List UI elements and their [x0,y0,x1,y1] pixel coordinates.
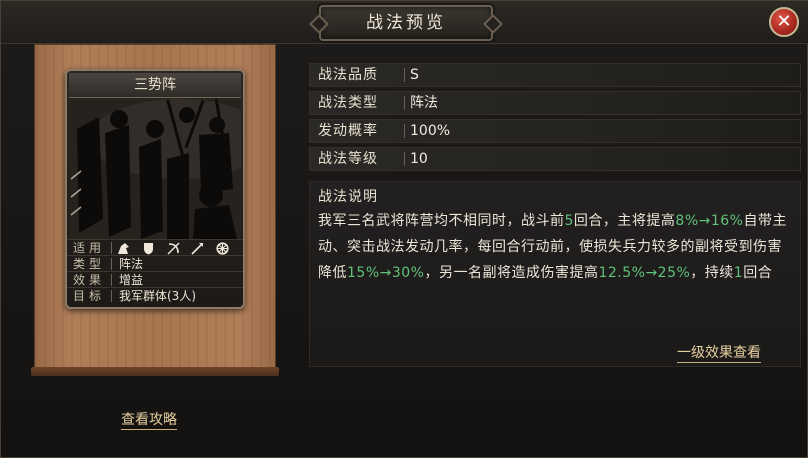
row-divider [404,68,405,82]
siege-icon [216,242,229,255]
close-button[interactable]: ✕ [769,7,799,37]
row-divider [111,290,112,302]
desc-highlight: 15%→30% [347,265,425,281]
spear-icon [191,243,204,255]
card-row-applicable: 适用 [67,239,243,256]
description-title: 战法说明 [318,189,378,205]
skill-type-label: 战法类型 [318,95,378,111]
troop-type-icons [117,240,237,256]
skill-card-artwork [69,99,241,239]
window-title: 战法预览 [319,5,493,41]
description-panel: 战法说明 我军三名武将阵营均不相同时，战斗前5回合，主将提高8%→16%自带主动… [309,181,801,367]
target-value: 我军群体(3人) [119,289,196,303]
desc-part: 回合，主将提高 [573,213,676,229]
card-row-type: 类型 阵法 [67,255,243,272]
target-label: 目标 [73,289,106,303]
desc-part: 我军三名武将阵营均不相同时，战斗前 [318,213,565,229]
desc-highlight: 1 [733,265,744,281]
probability-value: 100% [410,123,451,139]
info-row-type: 战法类型 阵法 [309,91,801,115]
row-divider [111,258,112,270]
row-divider [111,274,112,286]
cavalry-icon [118,243,129,254]
info-row-quality: 战法品质 S [309,63,801,87]
card-row-target: 目标 我军群体(3人) [67,287,243,304]
row-divider [404,124,405,138]
type-label: 类型 [73,257,106,271]
desc-highlight: 8%→16% [675,213,744,229]
description-text: 我军三名武将阵营均不相同时，战斗前5回合，主将提高8%→16%自带主动、突击战法… [318,208,788,286]
desc-highlight: 12.5%→25% [598,265,691,281]
row-divider [111,242,112,254]
level-one-effect-link[interactable]: 一级效果查看 [677,344,761,363]
info-row-level: 战法等级 10 [309,147,801,171]
row-divider [404,96,405,110]
scroll-rod [31,367,279,376]
desc-part: ，另一名副将造成伤害提高 [424,265,599,281]
skill-type-value: 阵法 [410,95,438,111]
level-label: 战法等级 [318,151,378,167]
effect-label: 效果 [73,273,106,287]
info-row-probability: 发动概率 100% [309,119,801,143]
effect-value: 增益 [119,273,144,287]
type-value: 阵法 [119,257,144,271]
level-value: 10 [410,151,428,167]
probability-label: 发动概率 [318,123,378,139]
applicable-label: 适用 [73,241,106,255]
skill-card: 三势阵 适用 类型 阵法 效果 增益 目标 我军群体(3人) [65,69,245,309]
view-guide-link[interactable]: 查看攻略 [121,411,177,430]
desc-part: 回合 [743,265,773,281]
desc-highlight: 5 [564,213,574,229]
card-row-effect: 效果 增益 [67,271,243,288]
desc-part: ，持续 [690,265,734,281]
skill-preview-dialog: 战法预览 ✕ 三势阵 适用 类型 阵法 效果 增益 目标 我军群体(3人) 查看… [0,0,808,458]
archer-icon [167,242,180,255]
shield-icon [143,243,153,255]
row-divider [404,152,405,166]
quality-label: 战法品质 [318,67,378,83]
skill-name: 三势阵 [69,73,241,98]
quality-value: S [410,67,419,83]
